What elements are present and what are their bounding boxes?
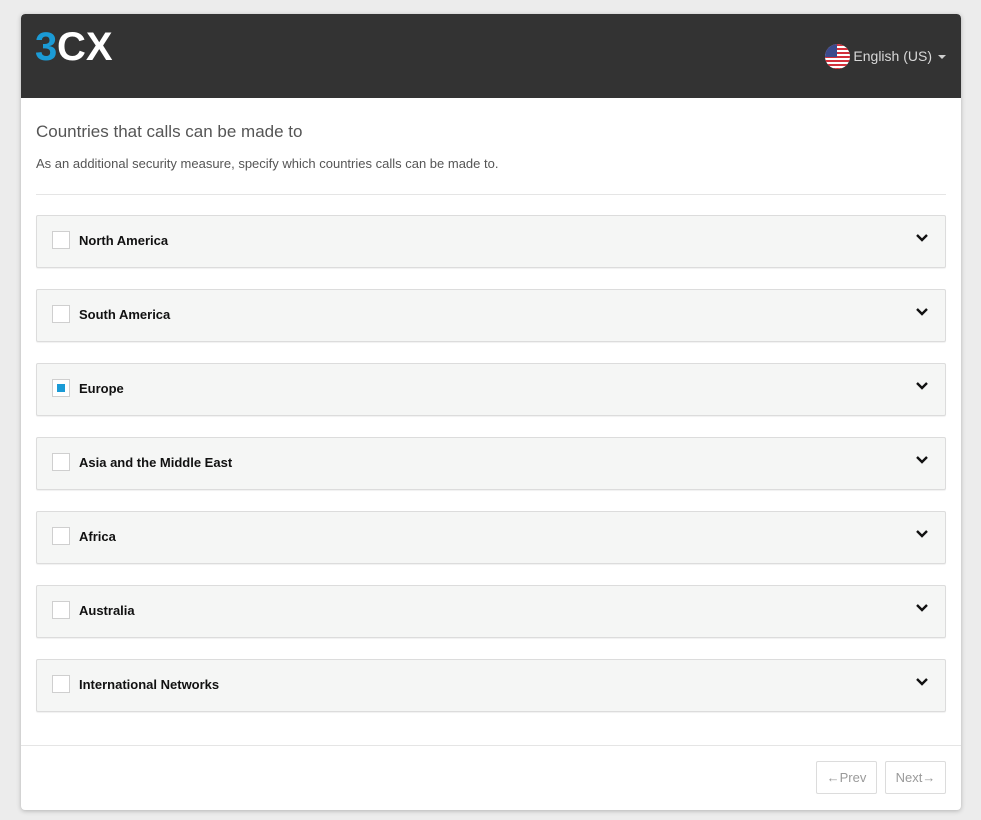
chevron-down-icon[interactable] [915,381,929,391]
region-label: Europe [79,381,124,396]
region-label: International Networks [79,677,220,692]
next-button[interactable]: Next→ [885,761,946,794]
footer-divider [21,745,961,746]
region-checkbox[interactable] [52,675,70,693]
chevron-down-icon[interactable] [915,307,929,317]
region-checkbox[interactable] [52,379,70,397]
region-panel-africa[interactable]: Africa [36,511,946,564]
us-flag-icon [825,43,851,69]
region-panel-europe[interactable]: Europe [36,363,946,416]
region-label: Asia and the Middle East [79,455,233,470]
prev-button[interactable]: ←Prev [816,761,877,794]
chevron-down-icon[interactable] [915,677,929,687]
wizard-card: 3 CX English (US) Countries that calls c… [21,14,961,810]
divider [36,194,946,195]
region-label: North America [79,233,169,248]
region-checkbox[interactable] [52,231,70,249]
region-checkbox[interactable] [52,527,70,545]
language-label: English (US) [853,48,932,64]
region-label: Australia [79,603,135,618]
region-panel-asia-middle-east[interactable]: Asia and the Middle East [36,437,946,490]
region-panel-australia[interactable]: Australia [36,585,946,638]
region-label: Africa [79,529,116,544]
region-checkbox[interactable] [52,453,70,471]
page-subtitle: As an additional security measure, speci… [36,156,499,171]
region-label: South America [79,307,171,322]
region-checkbox[interactable] [52,601,70,619]
region-panel-international-networks[interactable]: International Networks [36,659,946,712]
chevron-down-icon[interactable] [915,455,929,465]
region-panel-south-america[interactable]: South America [36,289,946,342]
page-title: Countries that calls can be made to [36,122,303,141]
region-list: North America South America Europe Asia … [36,215,946,733]
region-panel-north-america[interactable]: North America [36,215,946,268]
logo-3: 3 [35,26,57,66]
region-checkbox[interactable] [52,305,70,323]
language-selector[interactable]: English (US) [825,43,946,69]
3cx-logo: 3 CX [35,26,113,66]
caret-down-icon [938,55,946,59]
chevron-down-icon[interactable] [915,529,929,539]
chevron-down-icon[interactable] [915,603,929,613]
chevron-down-icon[interactable] [915,233,929,243]
header-bar: 3 CX English (US) [21,14,961,98]
logo-cx: CX [57,26,113,66]
